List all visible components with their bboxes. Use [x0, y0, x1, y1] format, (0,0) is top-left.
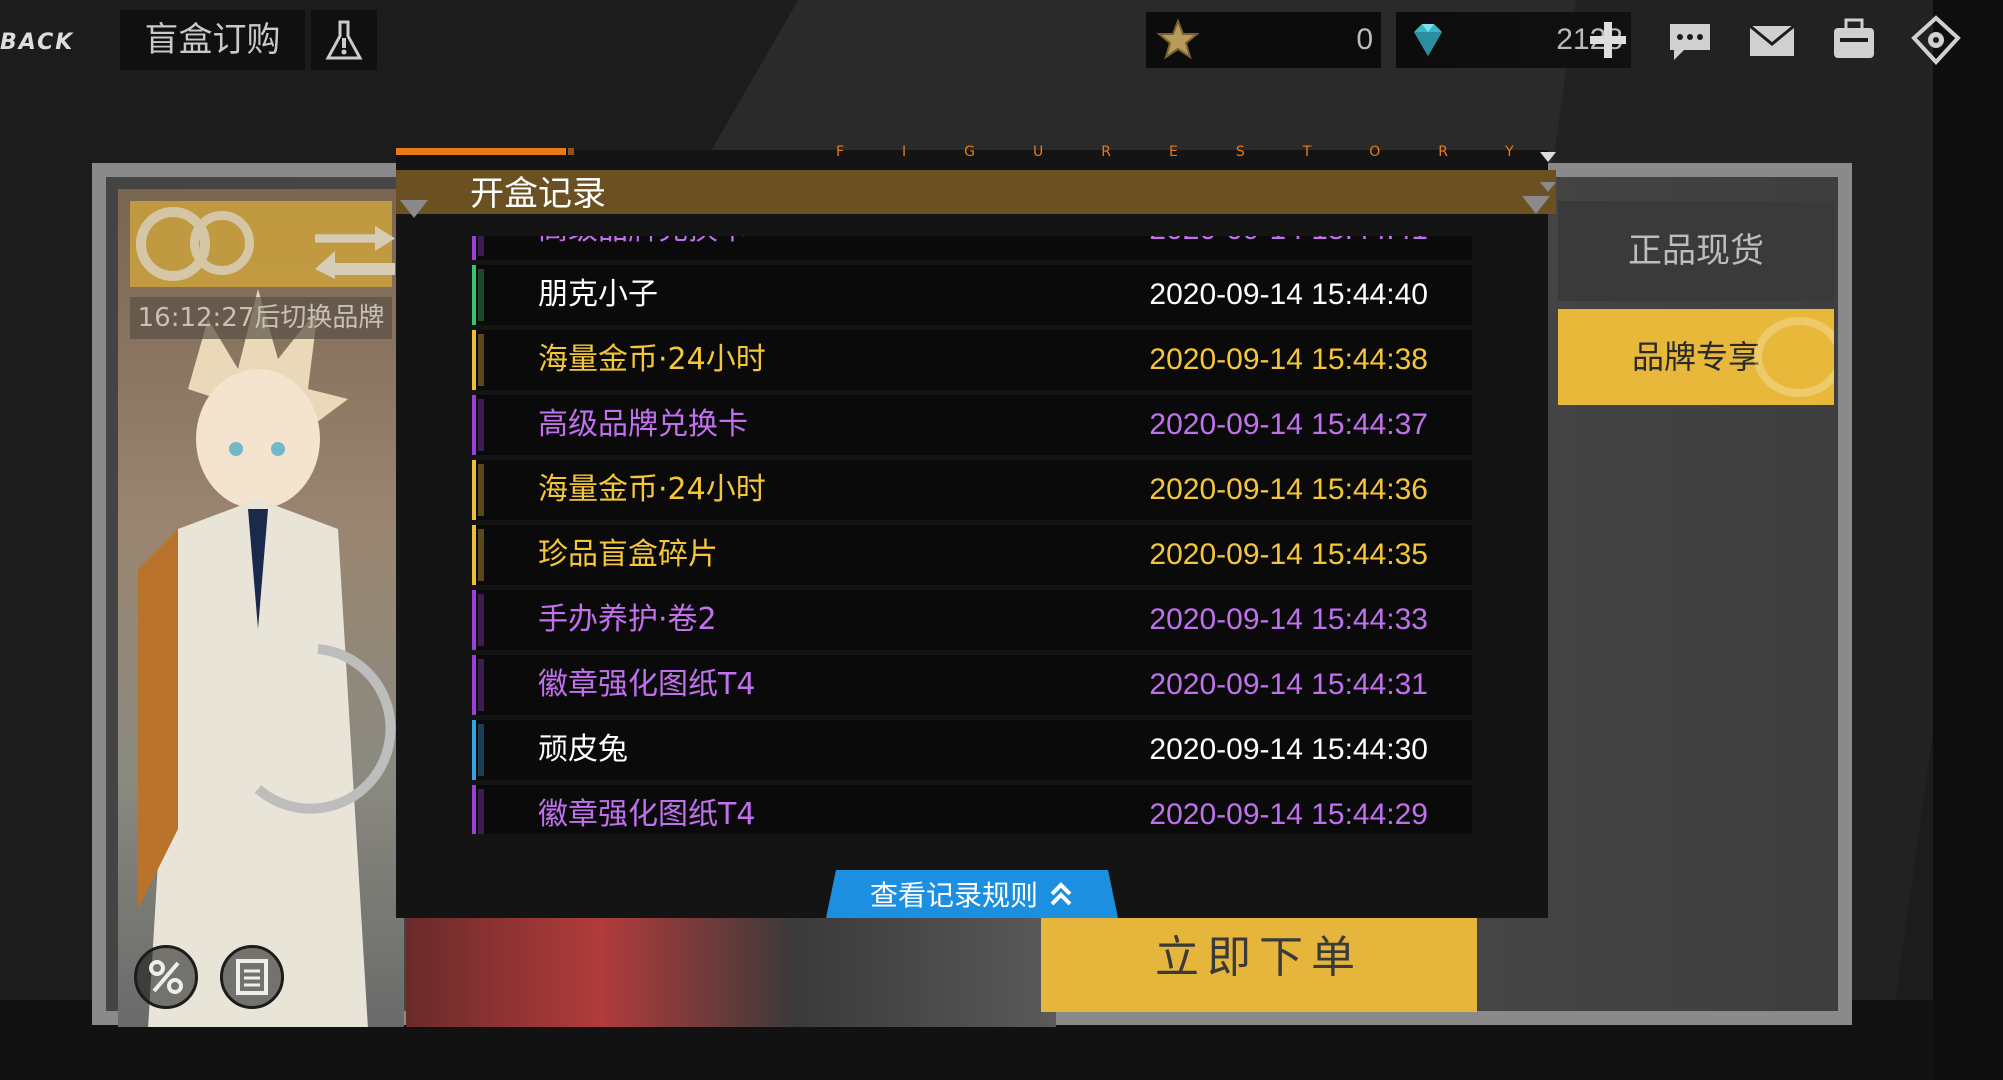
- brand-switch-timer: 16:12:27后切换品牌: [130, 297, 392, 339]
- tab-decoration: [1754, 317, 1834, 397]
- brand-logo: [190, 211, 254, 275]
- record-time: 2020-09-14 15:44:41: [1149, 236, 1428, 260]
- modal-title: 开盒记录: [470, 174, 606, 214]
- percent-icon: [149, 960, 183, 994]
- record-time: 2020-09-14 15:44:33: [1149, 603, 1428, 636]
- record-row: 海量金币·24小时 2020-09-14 15:44:36: [472, 460, 1472, 520]
- rarity-stripe-deco: [478, 529, 484, 581]
- rarity-stripe-deco: [478, 724, 484, 776]
- rarity-stripe: [472, 720, 476, 780]
- record-row: 徽章强化图纸T4 2020-09-14 15:44:29: [472, 785, 1472, 834]
- chat-icon[interactable]: [1664, 14, 1716, 66]
- settings-eye-icon[interactable]: [1910, 14, 1962, 66]
- record-item-name: 海量金币·24小时: [538, 472, 766, 507]
- rarity-stripe-deco: [478, 789, 484, 834]
- discount-button[interactable]: [134, 945, 198, 1009]
- record-row: 高级品牌兑换卡 2020-09-14 15:44:41: [472, 236, 1472, 260]
- stage-art: [406, 917, 1056, 1027]
- swap-arrows-icon[interactable]: [315, 223, 395, 279]
- record-item-name: 手办养护·卷2: [538, 602, 717, 637]
- tab-brand-label: 品牌专享: [1631, 338, 1760, 376]
- star-coin-icon: [1156, 18, 1200, 60]
- triangle-marker: [1540, 182, 1556, 192]
- rarity-stripe-deco: [478, 464, 484, 516]
- rarity-stripe-deco: [478, 659, 484, 711]
- record-row: 高级品牌兑换卡 2020-09-14 15:44:37: [472, 395, 1472, 455]
- record-time: 2020-09-14 15:44:31: [1149, 668, 1428, 701]
- record-time: 2020-09-14 15:44:35: [1149, 538, 1428, 571]
- record-time: 2020-09-14 15:44:38: [1149, 343, 1428, 376]
- record-time: 2020-09-14 15:44:29: [1149, 798, 1428, 831]
- record-row: 珍品盲盒碎片 2020-09-14 15:44:35: [472, 525, 1472, 585]
- rarity-stripe: [472, 460, 476, 520]
- rarity-stripe: [472, 785, 476, 834]
- stars-currency: 0: [1146, 12, 1381, 68]
- rarity-stripe: [472, 395, 476, 455]
- record-time: 2020-09-14 15:44:36: [1149, 473, 1428, 506]
- view-rules-button[interactable]: 查看记录规则: [826, 870, 1118, 918]
- record-row: 海量金币·24小时 2020-09-14 15:44:38: [472, 330, 1472, 390]
- record-time: 2020-09-14 15:44:30: [1149, 733, 1428, 766]
- record-item-name: 朋克小子: [538, 277, 658, 312]
- figure-story-strip: FIGURESTORY: [836, 144, 1572, 160]
- tab-genuine-stock[interactable]: 正品现货: [1558, 201, 1834, 301]
- top-bar: BACK 盲盒订购 0 2128: [0, 0, 2003, 80]
- record-time: 2020-09-14 15:44:37: [1149, 408, 1428, 441]
- rarity-stripe-deco: [478, 594, 484, 646]
- back-logo[interactable]: BACK: [0, 30, 74, 55]
- rarity-stripe-deco: [478, 236, 484, 256]
- backpack-icon[interactable]: [1828, 14, 1880, 66]
- triangle-marker: [400, 200, 428, 218]
- chevron-double-up-icon: [1050, 882, 1072, 906]
- modal-accent-bar: [396, 148, 566, 155]
- list-icon: [236, 959, 268, 995]
- rarity-stripe: [472, 655, 476, 715]
- plus-icon[interactable]: [1588, 20, 1628, 60]
- help-button[interactable]: [311, 10, 377, 70]
- rarity-stripe: [472, 590, 476, 650]
- rarity-stripe-deco: [478, 334, 484, 386]
- details-button[interactable]: [220, 945, 284, 1009]
- rarity-stripe: [472, 265, 476, 325]
- stars-value: 0: [1356, 23, 1373, 56]
- character-art: [138, 289, 396, 1027]
- triangle-marker: [1522, 196, 1550, 214]
- rarity-stripe-deco: [478, 269, 484, 321]
- diamond-icon: [1414, 24, 1442, 56]
- record-item-name: 海量金币·24小时: [538, 342, 766, 377]
- tab-brand-exclusive[interactable]: 品牌专享: [1558, 309, 1834, 405]
- record-item-name: 高级品牌兑换卡: [538, 236, 748, 260]
- record-item-name: 珍品盲盒碎片: [538, 537, 718, 572]
- record-item-name: 高级品牌兑换卡: [538, 407, 748, 442]
- modal-accent-bar: [568, 148, 574, 155]
- rarity-stripe: [472, 330, 476, 390]
- record-row: 手办养护·卷2 2020-09-14 15:44:33: [472, 590, 1472, 650]
- record-row: 徽章强化图纸T4 2020-09-14 15:44:31: [472, 655, 1472, 715]
- record-row: 顽皮兔 2020-09-14 15:44:30: [472, 720, 1472, 780]
- record-item-name: 徽章强化图纸T4: [538, 667, 756, 702]
- triangle-marker: [1540, 152, 1556, 162]
- record-time: 2020-09-14 15:44:40: [1149, 278, 1428, 311]
- record-item-name: 徽章强化图纸T4: [538, 797, 756, 832]
- help-flask-icon: [325, 20, 363, 60]
- rarity-stripe: [472, 525, 476, 585]
- record-item-name: 顽皮兔: [538, 732, 628, 767]
- mail-icon[interactable]: [1746, 14, 1798, 66]
- rarity-stripe: [472, 236, 476, 260]
- record-row: 朋克小子 2020-09-14 15:44:40: [472, 265, 1472, 325]
- records-list[interactable]: 高级品牌兑换卡 2020-09-14 15:44:41 朋克小子 2020-09-14…: [472, 236, 1472, 834]
- bg-strip: [1933, 0, 2003, 1080]
- rarity-stripe-deco: [478, 399, 484, 451]
- view-rules-label: 查看记录规则: [869, 879, 1038, 912]
- order-now-button[interactable]: 立即下单: [1041, 904, 1477, 1012]
- page-title: 盲盒订购: [120, 10, 305, 70]
- character-card[interactable]: 16:12:27后切换品牌: [118, 189, 404, 1027]
- brand-badge: [130, 201, 395, 287]
